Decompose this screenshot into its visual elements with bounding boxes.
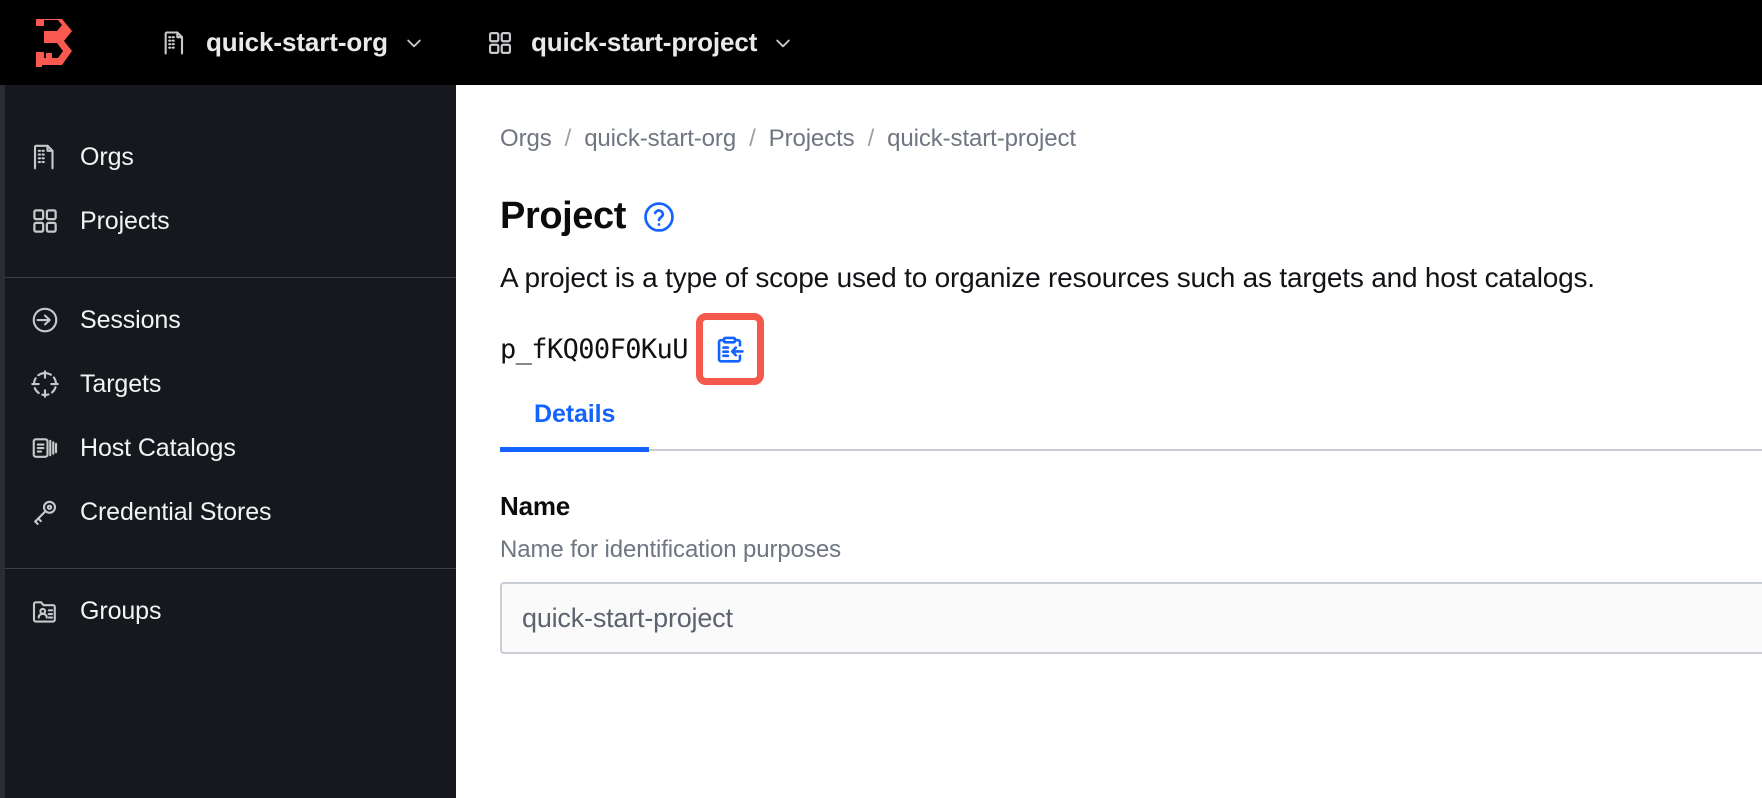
sidebar-scrollbar[interactable] <box>0 85 5 798</box>
main-content-area: Orgs / quick-start-org / Projects / quic… <box>456 85 1762 798</box>
sessions-arrow-icon <box>32 307 58 333</box>
sidebar-item-projects[interactable]: Projects <box>0 189 456 253</box>
help-circle-icon[interactable] <box>642 200 676 234</box>
chevron-down-icon <box>776 39 791 47</box>
sidebar-item-credential-stores[interactable]: Credential Stores <box>0 480 456 544</box>
breadcrumb-item-orgs[interactable]: Orgs <box>500 125 552 153</box>
breadcrumb-separator: / <box>867 125 875 152</box>
project-switcher[interactable]: quick-start-project <box>486 0 793 85</box>
chevron-down-icon <box>407 39 421 47</box>
sidebar-navigation: Orgs Projects Sessions Targets Host Cata… <box>0 85 456 798</box>
name-field-help: Name for identification purposes <box>500 536 841 564</box>
sidebar-item-label: Projects <box>80 206 170 235</box>
boundary-logo[interactable] <box>26 15 78 71</box>
page-header: Project <box>500 195 1762 238</box>
top-navigation-bar: quick-start-org quick-start-project <box>0 0 1762 85</box>
sidebar-item-host-catalogs[interactable]: Host Catalogs <box>0 416 456 480</box>
breadcrumb-separator: / <box>564 125 572 152</box>
sidebar-item-label: Targets <box>80 369 162 398</box>
sidebar-item-targets[interactable]: Targets <box>0 352 456 416</box>
tab-details[interactable]: Details <box>500 392 650 453</box>
crosshair-icon <box>31 370 59 398</box>
project-switcher-label: quick-start-project <box>530 27 758 57</box>
grid-icon <box>488 31 511 54</box>
sidebar-item-orgs[interactable]: Orgs <box>0 125 456 189</box>
grid-icon <box>33 209 57 233</box>
breadcrumb-item-project-name: quick-start-project <box>887 125 1076 152</box>
boundary-admin-console: quick-start-org quick-start-project Orgs… <box>0 0 1762 798</box>
copy-id-button[interactable] <box>695 313 764 386</box>
sidebar-group-scopes: Orgs Projects <box>0 85 456 277</box>
sidebar-item-label: Host Catalogs <box>80 433 236 462</box>
sidebar-item-groups[interactable]: Groups <box>0 579 456 643</box>
org-switcher[interactable]: quick-start-org <box>161 0 424 85</box>
breadcrumb: Orgs / quick-start-org / Projects / quic… <box>500 125 1762 153</box>
sidebar-item-label: Groups <box>80 596 162 625</box>
sidebar-group-resources: Sessions Targets Host Catalogs Credentia… <box>0 277 456 568</box>
breadcrumb-item-projects[interactable]: Projects <box>769 125 855 153</box>
breadcrumb-item-org-name[interactable]: quick-start-org <box>584 125 736 153</box>
resource-id: p_fKQ00F0KuU <box>500 333 688 365</box>
building-icon <box>33 144 54 170</box>
key-icon <box>34 500 57 525</box>
org-switcher-label: quick-start-org <box>206 27 388 57</box>
name-field-label: Name <box>500 491 571 522</box>
sidebar-item-label: Sessions <box>80 305 181 334</box>
sidebar-group-iam: Groups <box>0 568 456 643</box>
clipboard-copy-icon <box>718 336 745 363</box>
sidebar-item-sessions[interactable]: Sessions <box>0 288 456 352</box>
page-description: A project is a type of scope used to org… <box>500 262 1595 293</box>
name-input[interactable] <box>500 582 1762 655</box>
page-title: Project <box>500 195 627 237</box>
folder-users-icon <box>32 601 56 623</box>
breadcrumb-separator: / <box>749 125 756 152</box>
resource-id-row: p_fKQ00F0KuU <box>500 313 1762 386</box>
building-icon <box>164 30 184 55</box>
tab-bar: Details <box>500 392 1762 453</box>
server-icon <box>32 438 58 458</box>
name-field-group: Name Name for identification purposes <box>500 491 1762 655</box>
sidebar-item-label: Orgs <box>80 142 134 171</box>
sidebar-item-label: Credential Stores <box>80 497 272 526</box>
